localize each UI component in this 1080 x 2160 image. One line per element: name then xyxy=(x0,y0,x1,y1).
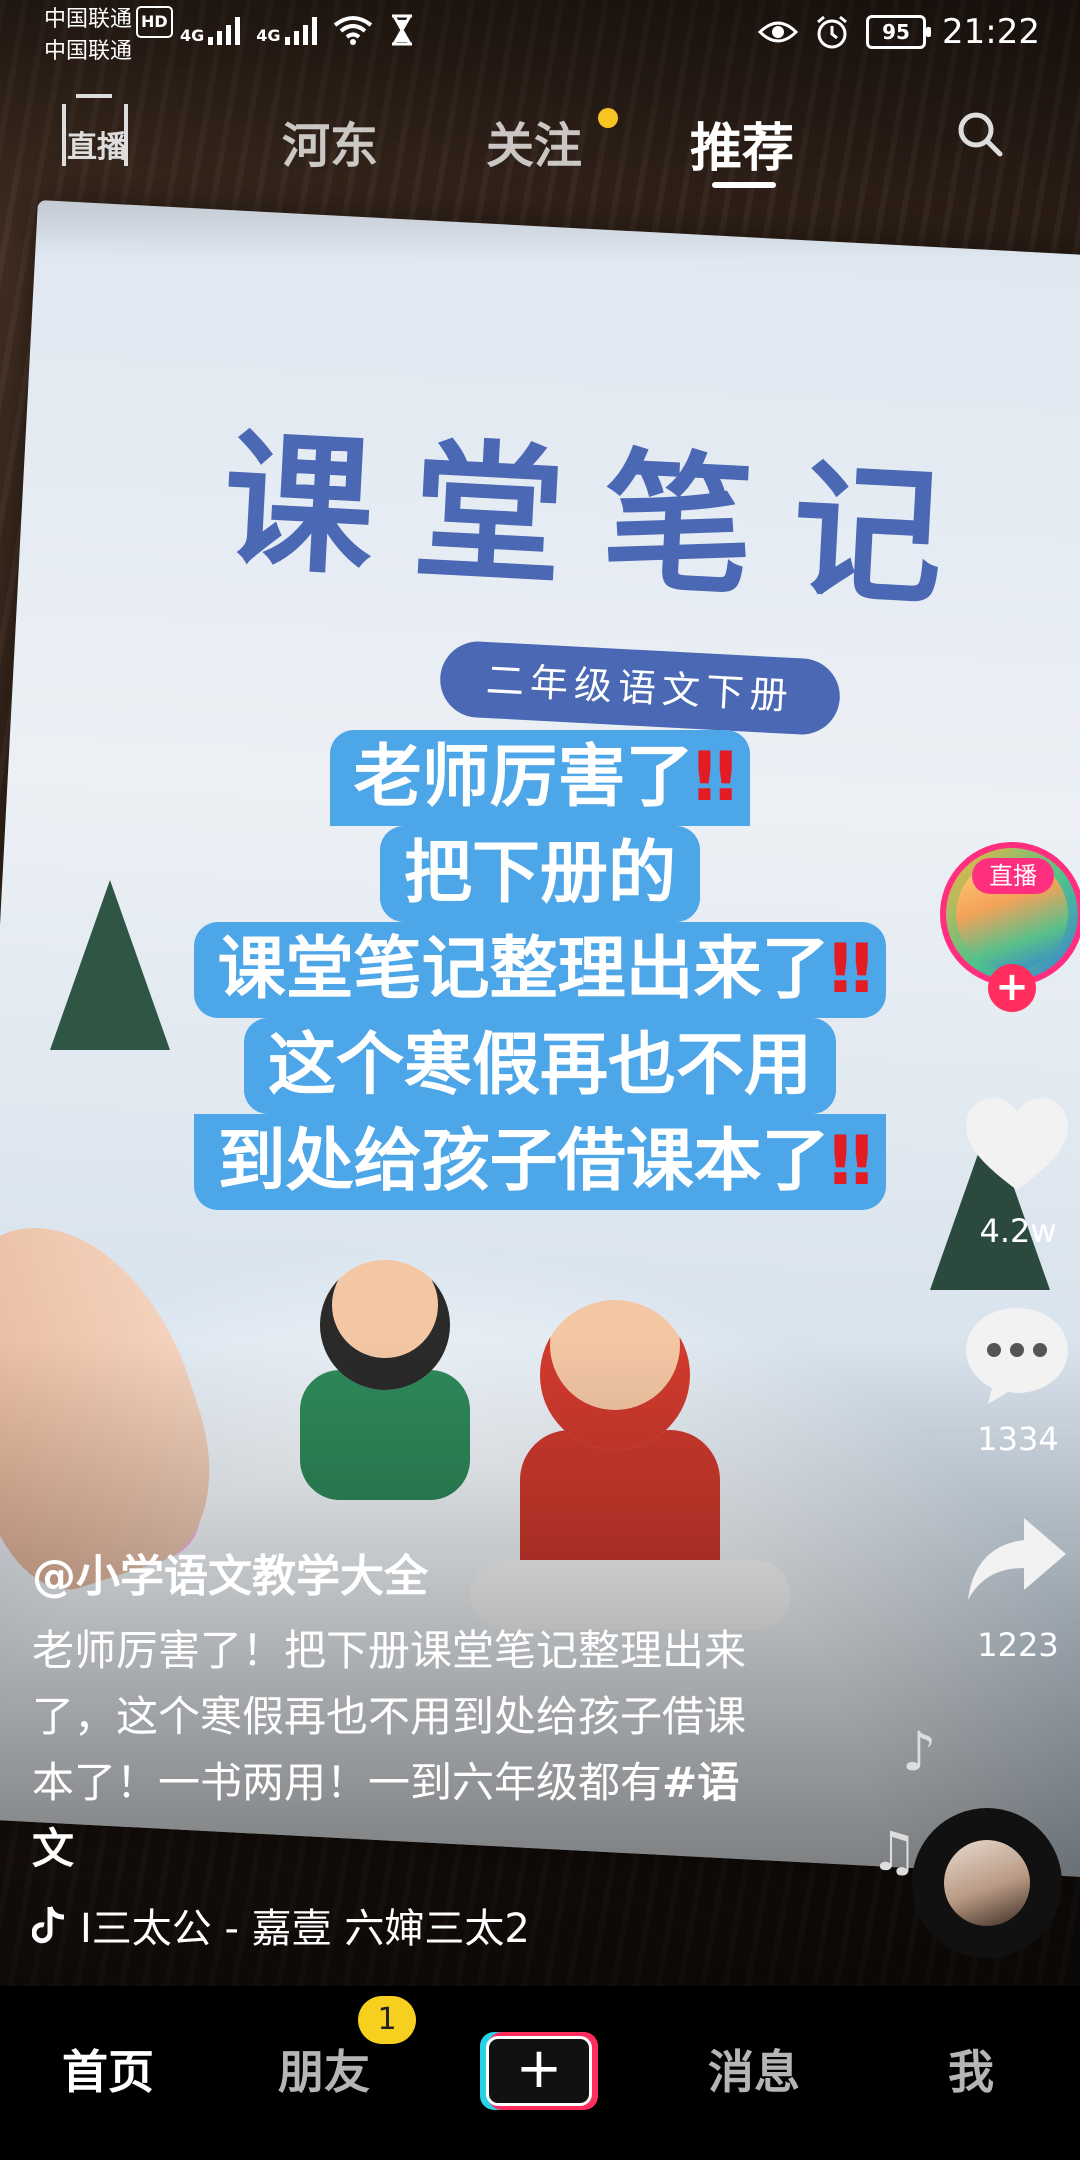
tab-home[interactable]: 首页 xyxy=(62,2036,154,2102)
tab-recommended[interactable]: 推荐 xyxy=(690,106,794,181)
tab-me[interactable]: 我 xyxy=(948,2036,994,2102)
music-note-icon: ♪ xyxy=(902,1720,937,1783)
double-exclamation-icon: ‼ xyxy=(829,930,873,1009)
tiktok-note-icon xyxy=(32,1906,65,1944)
like-count: 4.2w xyxy=(979,1212,1057,1250)
caption-line: 这个寒假再也不用 xyxy=(243,1018,836,1114)
live-badge: 直播 xyxy=(972,858,1054,894)
music-info[interactable]: I三太公 - 嘉壹 六婶三太2 xyxy=(32,1896,610,1954)
tab-messages[interactable]: 消息 xyxy=(708,2036,800,2102)
active-tab-indicator xyxy=(712,182,776,188)
caption-text: 把下册的 xyxy=(403,834,676,913)
eye-icon xyxy=(758,21,799,43)
carrier-info: 中国联通 HD 中国联通 xyxy=(44,6,173,66)
network-indicators: 4G 4G xyxy=(180,14,415,46)
wifi-icon xyxy=(333,16,372,45)
follow-button[interactable]: + xyxy=(988,964,1036,1012)
network-type-2: 4G xyxy=(256,26,281,45)
caption-line: 老师厉害了‼ xyxy=(329,730,751,826)
caption-line: 把下册的 xyxy=(379,826,700,922)
tab-friends[interactable]: 朋友 xyxy=(278,2036,370,2102)
carrier-name-1: 中国联通 xyxy=(44,7,133,32)
share-count: 1223 xyxy=(977,1626,1059,1664)
plus-icon: + xyxy=(486,2036,592,2106)
post-description: 老师厉害了！把下册课堂笔记整理出来了，这个寒假再也不用到处给孩子借课本了！一书两… xyxy=(32,1618,762,1882)
tab-local[interactable]: 河东 xyxy=(282,106,378,176)
following-new-dot xyxy=(598,108,618,128)
live-tv-icon[interactable]: 直播 xyxy=(62,104,128,166)
side-actions: 直播 + 4.2w 1334 1223 ♪ ♫ xyxy=(870,0,1080,2000)
caption-line: 课堂笔记整理出来了‼ xyxy=(193,922,887,1018)
signal-icon xyxy=(208,15,241,45)
double-exclamation-icon: ‼ xyxy=(693,738,737,817)
double-exclamation-icon: ‼ xyxy=(829,1122,873,1201)
music-cover-image xyxy=(944,1840,1030,1926)
author-name[interactable]: @小学语文教学大全 xyxy=(32,1540,428,1604)
carrier-name-2: 中国联通 xyxy=(44,39,133,64)
music-note-icon: ♫ xyxy=(870,1820,919,1883)
alarm-icon xyxy=(817,15,847,49)
caption-text: 到处给孩子借课本了 xyxy=(217,1122,830,1201)
friends-badge: 1 xyxy=(358,1996,416,2044)
music-title-marquee: I三太公 - 嘉壹 六婶三太2 xyxy=(80,1906,530,1952)
caption-text: 这个寒假再也不用 xyxy=(267,1026,812,1105)
network-type-1: 4G xyxy=(180,26,205,45)
hourglass-icon xyxy=(391,14,412,46)
create-button[interactable]: + xyxy=(480,2032,598,2110)
comment-icon[interactable] xyxy=(962,1300,1072,1410)
description-text: 老师厉害了！把下册课堂笔记整理出来了，这个寒假再也不用到处给孩子借课本了！一书两… xyxy=(32,1626,747,1807)
signal-icon xyxy=(284,15,317,45)
share-icon[interactable] xyxy=(962,1508,1072,1618)
caption-text: 课堂笔记整理出来了 xyxy=(217,930,830,1009)
hd-badge: HD xyxy=(136,6,173,38)
comment-count: 1334 xyxy=(977,1420,1059,1458)
video-caption-overlay: 老师厉害了‼ 把下册的 课堂笔记整理出来了‼ 这个寒假再也不用 到处给孩子借课本… xyxy=(140,730,940,1210)
bottom-tab-bar: 首页 朋友 1 + 消息 我 xyxy=(0,1986,1080,2160)
heart-icon[interactable] xyxy=(962,1092,1072,1202)
caption-text: 老师厉害了 xyxy=(353,738,694,817)
caption-line: 到处给孩子借课本了‼ xyxy=(193,1114,887,1210)
live-tv-label: 直播 xyxy=(67,130,127,165)
music-disc[interactable] xyxy=(912,1808,1062,1958)
tab-following[interactable]: 关注 xyxy=(486,106,582,176)
